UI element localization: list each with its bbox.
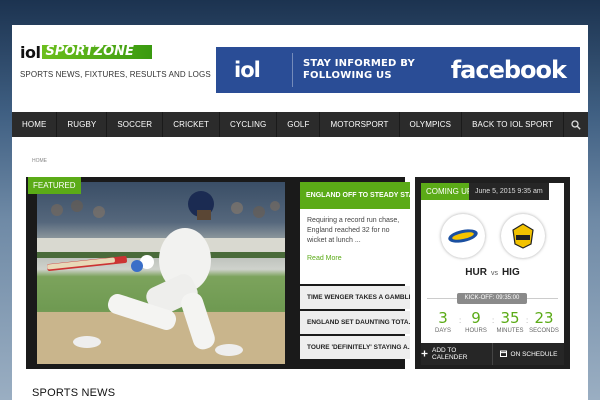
countdown-days-label: DAYS	[435, 328, 451, 334]
nav-item-motorsport[interactable]: MOTORSPORT	[320, 112, 400, 137]
main-nav: HOME RUGBY SOCCER CRICKET CYCLING GOLF M…	[12, 112, 588, 137]
facebook-wordmark: facebook	[450, 56, 567, 84]
nav-item-cycling[interactable]: CYCLING	[220, 112, 278, 137]
countdown-minutes-value: 35	[500, 309, 520, 327]
search-icon[interactable]	[564, 112, 588, 137]
breadcrumb[interactable]: HOME	[32, 158, 47, 164]
countdown-seconds-label: SECONDS	[529, 328, 559, 334]
match-teams: HUR vs HIG	[421, 267, 564, 278]
nav-item-olympics[interactable]: OLYMPICS	[400, 112, 463, 137]
nav-item-home[interactable]: HOME	[12, 112, 58, 137]
on-schedule-button[interactable]: ON SCHEDULE	[493, 343, 564, 365]
home-team-logo[interactable]	[441, 214, 485, 258]
match-date: June 5, 2015 9:35 am	[469, 183, 549, 200]
logo-sportzone-text: SPORTZONE	[42, 45, 153, 59]
away-team-code: HIG	[501, 267, 520, 278]
section-title-sports-news: SPORTS NEWS	[32, 387, 116, 399]
featured-headline[interactable]: ENGLAND OFF TO STEADY STAR...	[300, 182, 410, 209]
featured-list-item[interactable]: TIME WENGER TAKES A GAMBLE	[300, 286, 410, 309]
countdown-hours: 9 HOURS	[460, 309, 492, 334]
countdown-days-value: 3	[438, 309, 448, 327]
banner-message: STAY INFORMED BY FOLLOWING US	[303, 58, 443, 82]
featured-body: Requiring a record run chase, England re…	[300, 209, 410, 284]
add-to-calendar-button[interactable]: ADD TO CALENDER	[421, 343, 493, 365]
add-to-calendar-label: ADD TO CALENDER	[432, 347, 468, 361]
featured-block: FEATURED ENGLAND OFF TO STEADY STAR... R…	[26, 177, 410, 369]
banner-message-line1: STAY INFORMED BY	[303, 58, 415, 69]
banner-message-line2: FOLLOWING US	[303, 70, 392, 81]
logo-mark[interactable]: iol SPORTZONE	[20, 42, 211, 62]
banner-divider	[292, 53, 293, 87]
away-team-logo[interactable]	[501, 214, 545, 258]
home-team-code: HUR	[465, 267, 487, 278]
countdown-minutes-label: MINUTES	[496, 328, 524, 334]
featured-excerpt: Requiring a record run chase, England re…	[307, 217, 400, 244]
featured-list-item[interactable]: TOURE 'DEFINITELY' STAYING A...	[300, 336, 410, 359]
countdown-hours-value: 9	[471, 309, 481, 327]
countdown-seconds: 23 SECONDS	[528, 309, 560, 334]
nav-item-back-to-iol-sport[interactable]: BACK TO IOL SPORT	[462, 112, 565, 137]
nav-item-cricket[interactable]: CRICKET	[163, 112, 221, 137]
calendar-icon	[499, 350, 507, 359]
featured-tag: FEATURED	[28, 177, 81, 194]
site-tagline: SPORTS NEWS, FIXTURES, RESULTS AND LOGS	[20, 70, 211, 79]
kickoff-time: KICK-OFF: 09:35:00	[457, 293, 527, 304]
banner-iol-logo: iol	[234, 58, 261, 82]
countdown-days: 3 DAYS	[427, 309, 459, 334]
read-more-link[interactable]: Read More	[307, 255, 403, 262]
on-schedule-label: ON SCHEDULE	[510, 350, 558, 358]
versus-label: vs	[490, 270, 498, 277]
plus-icon	[421, 350, 428, 359]
countdown-seconds-value: 23	[534, 309, 554, 327]
featured-image-cricketer[interactable]	[37, 182, 285, 364]
countdown-minutes: 35 MINUTES	[494, 309, 526, 334]
page: iol SPORTZONE SPORTS NEWS, FIXTURES, RES…	[12, 25, 588, 400]
coming-up-block: COMING UP June 5, 2015 9:35 am HUR vs HIG …	[415, 177, 570, 369]
site-logo[interactable]: iol SPORTZONE SPORTS NEWS, FIXTURES, RES…	[20, 42, 211, 80]
nav-item-rugby[interactable]: RUGBY	[57, 112, 108, 137]
nav-item-soccer[interactable]: SOCCER	[107, 112, 164, 137]
nav-item-golf[interactable]: GOLF	[277, 112, 321, 137]
logo-iol-text: iol	[20, 42, 41, 62]
featured-list-item[interactable]: ENGLAND SET DAUNTING TOTA...	[300, 311, 410, 334]
facebook-follow-banner[interactable]: iol STAY INFORMED BY FOLLOWING US facebo…	[216, 47, 580, 93]
coming-up-panel: COMING UP June 5, 2015 9:35 am HUR vs HIG …	[421, 183, 564, 363]
coming-up-actions: ADD TO CALENDER ON SCHEDULE	[421, 343, 564, 365]
countdown-hours-label: HOURS	[465, 328, 487, 334]
featured-article-panel: ENGLAND OFF TO STEADY STAR... Requiring …	[300, 182, 410, 364]
